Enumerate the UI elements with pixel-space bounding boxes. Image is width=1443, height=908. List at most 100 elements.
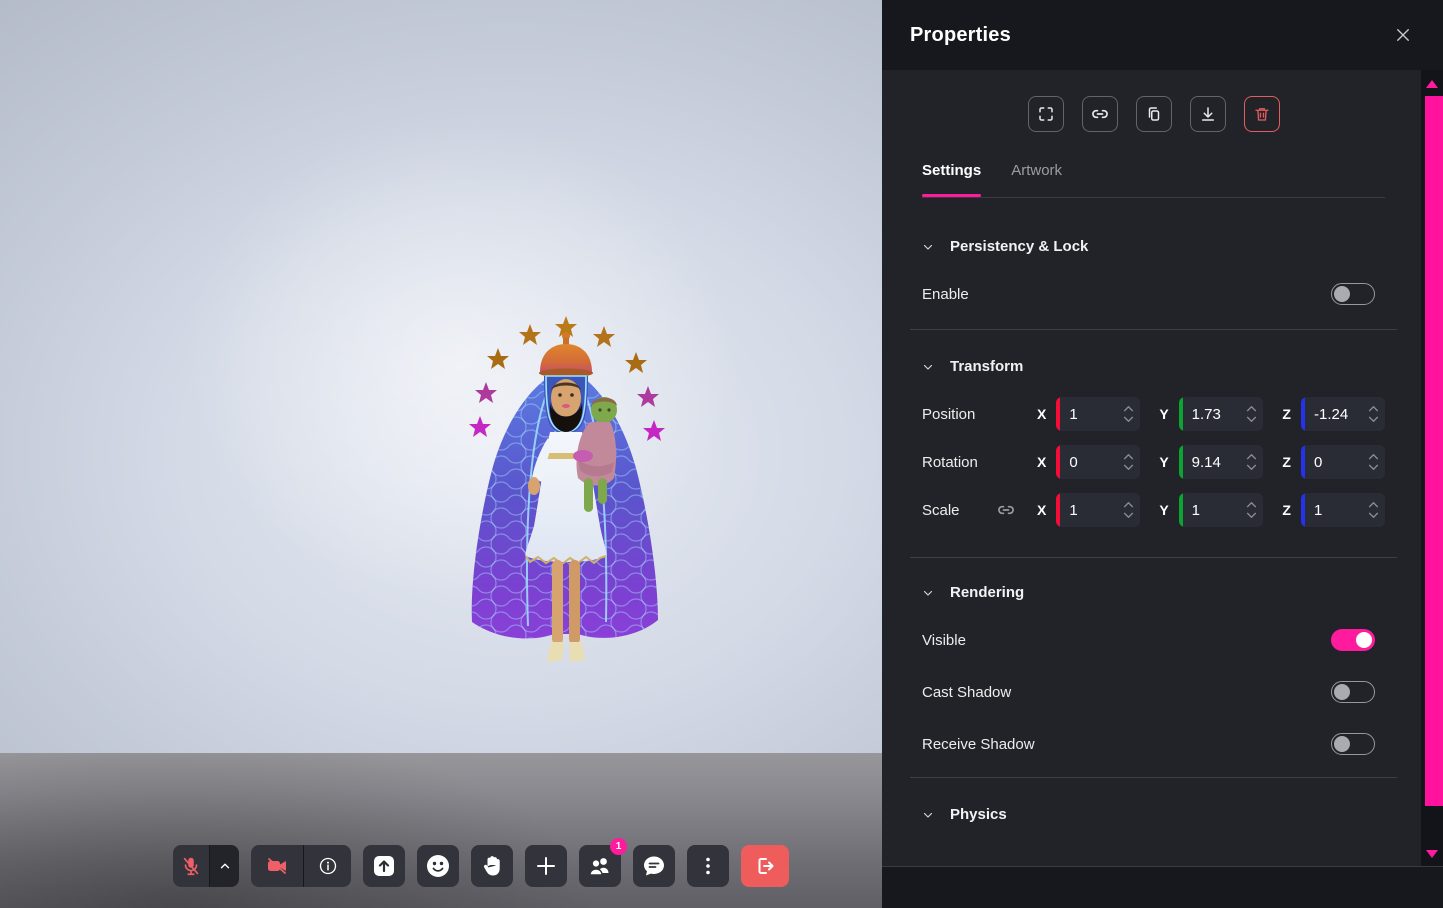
share-screen-button[interactable] <box>363 845 405 887</box>
scale-z-stepper[interactable] <box>1368 493 1379 527</box>
scale-label: Scale <box>922 502 960 519</box>
tab-settings[interactable]: Settings <box>922 162 981 181</box>
section-rendering[interactable]: Rendering <box>922 584 1385 601</box>
scale-x-field <box>1056 493 1140 527</box>
scroll-up-arrow-icon[interactable] <box>1426 80 1438 88</box>
step-down-icon <box>1368 464 1379 471</box>
chevron-down-icon <box>922 587 934 599</box>
step-up-icon <box>1123 405 1134 412</box>
step-down-icon <box>1123 416 1134 423</box>
more-options-button[interactable] <box>687 845 729 887</box>
microphone-group <box>173 845 239 887</box>
section-physics[interactable]: Physics <box>922 806 1385 823</box>
position-z-group: Z <box>1263 397 1385 431</box>
add-button[interactable] <box>525 845 567 887</box>
axis-y-label: Y <box>1159 502 1168 518</box>
hand-raise-button[interactable] <box>471 845 513 887</box>
position-label: Position <box>922 406 1018 423</box>
position-z-field <box>1301 397 1385 431</box>
visible-row: Visible <box>922 629 1385 651</box>
download-button[interactable] <box>1190 96 1226 132</box>
step-down-icon <box>1246 512 1257 519</box>
scale-y-field <box>1179 493 1263 527</box>
section-divider <box>910 329 1397 330</box>
microphone-muted-button[interactable] <box>173 845 209 887</box>
emoji-button[interactable] <box>417 845 459 887</box>
trash-icon <box>1253 105 1271 123</box>
microphone-options-button[interactable] <box>209 845 239 887</box>
section-persistency-lock[interactable]: Persistency & Lock <box>922 238 1385 255</box>
axis-z-label: Z <box>1282 502 1291 518</box>
scale-x-stepper[interactable] <box>1123 493 1134 527</box>
toggle-knob <box>1356 632 1372 648</box>
step-up-icon <box>1246 405 1257 412</box>
step-up-icon <box>1246 501 1257 508</box>
rotation-z-group: Z <box>1263 445 1385 479</box>
participants-button[interactable]: 1 <box>579 845 621 887</box>
rotation-z-stepper[interactable] <box>1368 445 1379 479</box>
position-x-field <box>1056 397 1140 431</box>
position-row: Position X Y <box>922 397 1385 431</box>
section-transform[interactable]: Transform <box>922 358 1385 375</box>
toggle-knob <box>1334 684 1350 700</box>
receive-shadow-row: Receive Shadow <box>922 733 1385 755</box>
scroll-down-arrow-icon[interactable] <box>1426 850 1438 858</box>
close-panel-button[interactable] <box>1389 21 1417 49</box>
position-z-stepper[interactable] <box>1368 397 1379 431</box>
axis-x-label: X <box>1037 406 1046 422</box>
axis-x-label: X <box>1037 502 1046 518</box>
visible-toggle[interactable] <box>1331 629 1375 651</box>
scrollbar-thumb[interactable] <box>1425 96 1443 806</box>
delete-button[interactable] <box>1244 96 1280 132</box>
duplicate-button[interactable] <box>1136 96 1172 132</box>
step-down-icon <box>1246 464 1257 471</box>
chevron-down-icon <box>922 241 934 253</box>
chat-bubble-icon <box>641 853 667 879</box>
chevron-down-icon <box>922 361 934 373</box>
scale-y-group: Y <box>1140 493 1262 527</box>
position-y-stepper[interactable] <box>1246 397 1257 431</box>
copy-link-button[interactable] <box>1082 96 1118 132</box>
focus-object-button[interactable] <box>1028 96 1064 132</box>
chat-button[interactable] <box>633 845 675 887</box>
statue-3d-object[interactable] <box>448 310 670 668</box>
3d-viewport[interactable]: 1 <box>0 0 882 908</box>
receive-shadow-toggle[interactable] <box>1331 733 1375 755</box>
position-x-stepper[interactable] <box>1123 397 1134 431</box>
receive-shadow-label: Receive Shadow <box>922 736 1035 753</box>
enable-toggle[interactable] <box>1331 283 1375 305</box>
section-title: Transform <box>950 358 1023 375</box>
rotation-x-stepper[interactable] <box>1123 445 1134 479</box>
exit-icon <box>753 854 777 878</box>
scale-x-group: X <box>1018 493 1140 527</box>
participants-badge: 1 <box>610 838 627 855</box>
panel-body: Settings Artwork Persistency & Lock Enab… <box>882 70 1421 866</box>
panel-scrollbar[interactable] <box>1421 70 1443 866</box>
step-down-icon <box>1123 464 1134 471</box>
info-button[interactable] <box>303 845 351 887</box>
smiley-icon <box>425 853 451 879</box>
camera-off-button[interactable] <box>251 845 303 887</box>
leave-button[interactable] <box>741 845 789 887</box>
rotation-x-group: X <box>1018 445 1140 479</box>
people-icon <box>587 853 613 879</box>
scale-link-toggle[interactable] <box>996 500 1016 520</box>
close-icon <box>1394 26 1412 44</box>
kebab-icon <box>697 855 719 877</box>
enable-label: Enable <box>922 286 969 303</box>
toggle-knob <box>1334 736 1350 752</box>
rotation-x-field <box>1056 445 1140 479</box>
rotation-z-field <box>1301 445 1385 479</box>
cast-shadow-toggle[interactable] <box>1331 681 1375 703</box>
properties-panel: Properties <box>882 0 1443 908</box>
plus-icon <box>534 854 558 878</box>
scale-y-stepper[interactable] <box>1246 493 1257 527</box>
step-up-icon <box>1368 405 1379 412</box>
rotation-y-stepper[interactable] <box>1246 445 1257 479</box>
step-down-icon <box>1368 512 1379 519</box>
hand-icon <box>480 854 504 878</box>
rotation-y-field <box>1179 445 1263 479</box>
step-down-icon <box>1368 416 1379 423</box>
tab-artwork[interactable]: Artwork <box>1011 162 1062 181</box>
section-divider <box>910 557 1397 558</box>
